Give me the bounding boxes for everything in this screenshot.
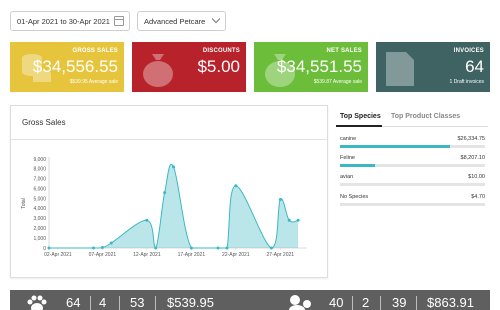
x-tick-label: 22-Apr 2021 [222,252,250,258]
card-value: $34,551.55 [276,57,362,76]
species-bar-track [340,164,485,167]
x-tick-label: 02-Apr 2021 [44,252,72,258]
y-tick-label: 0 [43,246,46,252]
x-tick-label: 27-Apr 2021 [267,252,295,258]
data-point [154,246,158,250]
y-axis-label: Total [21,198,27,209]
data-point [100,246,104,250]
card-value: 64 [465,57,484,76]
data-point [216,246,220,250]
species-name: canine [340,136,357,142]
species-name: avian [340,174,354,180]
card-value: $5.00 [197,57,240,76]
y-tick-label: 4,000 [33,206,46,212]
card-title: DISCOUNTS [202,48,240,54]
data-point [296,218,300,222]
money-bag-icon [143,54,173,87]
y-tick-label: 1,000 [33,236,46,242]
card-subtext: 1 Draft invoices [449,79,484,85]
y-tick-label: 2,000 [33,226,46,232]
data-point [225,246,229,250]
species-amount: $10.00 [468,174,485,180]
summary-value: 2 [362,295,370,310]
document-icon [386,52,414,86]
separator [119,296,120,310]
invoices-card: INVOICES 64 1 Draft invoices [376,42,490,92]
date-range-text: 01-Apr 2021 to 30-Apr 2021 [17,17,110,26]
data-point [91,246,95,250]
summary-value: 39 [392,295,407,310]
species-bar-track [340,145,485,148]
summary-value: $863.91 [427,295,474,310]
card-title: NET SALES [326,48,362,54]
data-point [278,198,282,202]
species-amount: $26,334.75 [457,136,485,142]
calendar-icon[interactable] [114,16,124,26]
separator [155,296,156,310]
net-sales-card: NET SALES $34,551.55 $539.87 Average sal… [254,42,368,92]
summary-value: 53 [130,295,145,310]
data-point [109,241,113,245]
summary-value: 64 [66,295,81,310]
separator [90,296,91,310]
summary-bar: 64 4 53 $539.95 40 2 39 $863.91 [10,290,490,310]
x-tick-label: 07-Apr 2021 [89,252,117,258]
data-point [269,246,273,250]
species-bar-track [340,183,485,186]
separator [352,296,353,310]
store-select-value: Advanced Petcare [144,17,206,26]
summary-value: 40 [329,295,344,310]
separator [380,296,381,310]
y-tick-label: 7,000 [33,177,46,183]
tab-top-product-classes[interactable]: Top Product Classes [391,113,460,120]
tab-top-species[interactable]: Top Species [340,113,381,120]
species-bar-fill [340,164,375,167]
data-point [189,246,193,250]
data-point [234,184,238,188]
y-tick-label: 5,000 [33,196,46,202]
x-tick-label: 17-Apr 2021 [178,252,206,258]
species-bar-track [340,203,485,206]
store-select[interactable]: Advanced Petcare [137,11,226,31]
species-amount: $8,207.10 [460,155,485,161]
species-name: No Species [340,194,369,200]
card-subtext: $539.87 Average sale [313,79,362,85]
card-title: GROSS SALES [72,48,118,54]
paw-icon [27,295,47,310]
card-subtext: $539.95 Average sale [69,79,118,85]
gross-sales-card: GROSS SALES $34,556.55 $539.95 Average s… [10,42,124,92]
series-area [49,164,299,248]
card-title: INVOICES [453,48,484,54]
data-point [287,218,291,222]
y-tick-label: 9,000 [33,157,46,163]
data-point [163,191,167,195]
gross-sales-panel: Gross Sales 0 1,000 2,000 3,000 4,000 5,000 6,… [10,105,328,278]
card-value: $34,556.55 [32,57,118,76]
data-point [47,246,51,250]
data-point [145,218,149,222]
date-range-picker[interactable]: 01-Apr 2021 to 30-Apr 2021 [10,11,130,31]
y-tick-label: 3,000 [33,216,46,222]
x-tick-label: 12-Apr 2021 [133,252,161,258]
y-tick-label: 8,000 [33,167,46,173]
animals-icon [289,295,311,310]
gross-sales-chart: 0 1,000 2,000 3,000 4,000 5,000 6,000 7,000 8,00… [21,157,307,258]
chevron-down-icon [211,14,221,24]
species-name: Feline [340,155,355,161]
data-point [172,165,176,169]
y-tick-label: 6,000 [33,186,46,192]
species-bar-fill [340,145,451,148]
species-amount: $4.70 [471,194,485,200]
discounts-card: DISCOUNTS $5.00 [132,42,246,92]
separator [416,296,417,310]
active-tab-indicator [336,125,382,127]
summary-value: 4 [99,295,107,310]
summary-value: $539.95 [167,295,214,310]
